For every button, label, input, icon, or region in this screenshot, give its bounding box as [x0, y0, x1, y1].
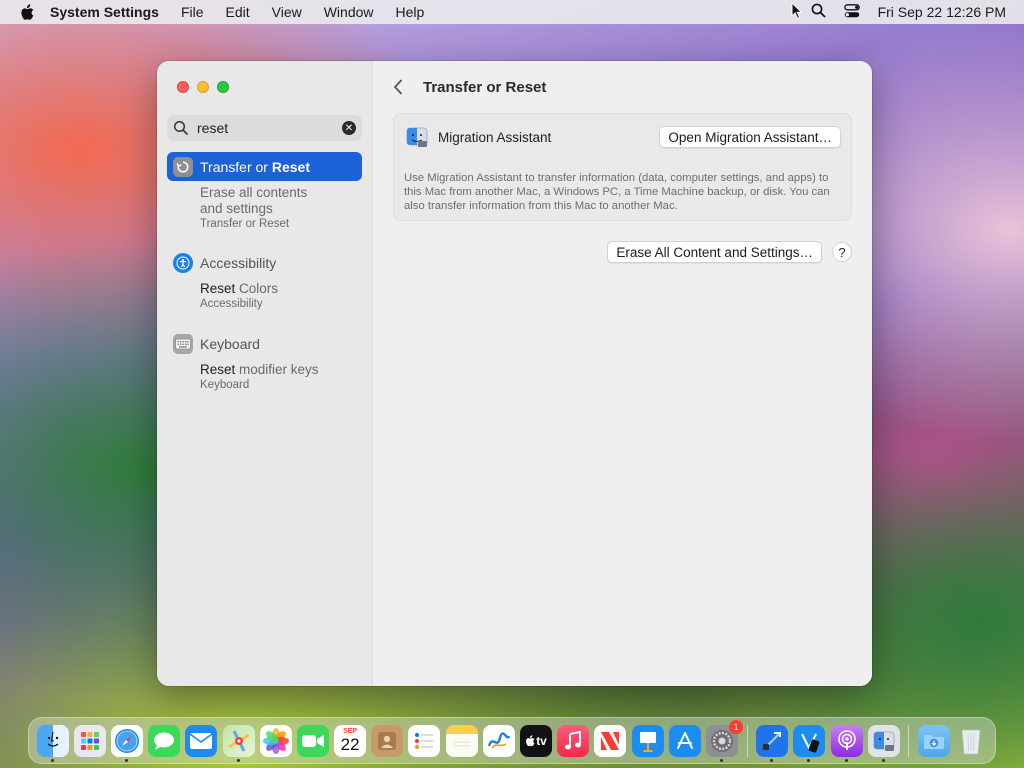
dock-separator: [746, 724, 748, 757]
contacts-icon[interactable]: [371, 724, 404, 757]
trash-icon[interactable]: [955, 725, 987, 757]
podcasts-icon[interactable]: [830, 724, 863, 762]
transfer-reset-icon: [173, 156, 193, 177]
launchpad-icon[interactable]: [73, 724, 106, 757]
running-indicator: [844, 758, 848, 762]
sub-result-location: Transfer or Reset: [200, 218, 290, 230]
migration-description: Use Migration Assistant to transfer info…: [404, 172, 830, 212]
settings-window: reset ✕ Transfer or Reset Erase all cont…: [157, 61, 872, 686]
sub-result-title-match: Reset: [200, 281, 236, 296]
apple-menu-icon[interactable]: [18, 3, 36, 21]
menu-app-name[interactable]: System Settings: [50, 4, 159, 20]
search-field[interactable]: reset ✕: [167, 115, 362, 141]
close-window-button[interactable]: [177, 81, 189, 93]
menu-bar: System Settings File Edit View Window He…: [0, 0, 1024, 24]
window-controls: [177, 81, 229, 93]
sub-result-location: Accessibility: [200, 298, 263, 310]
menu-help[interactable]: Help: [396, 4, 425, 20]
system-settings-icon[interactable]: 1: [705, 719, 743, 762]
calendar-icon[interactable]: SEP 22: [334, 724, 367, 757]
safari-icon[interactable]: [110, 724, 143, 762]
search-input[interactable]: reset: [197, 120, 342, 136]
result-group-keyboard: Keyboard Reset modifier keys Keyboard: [167, 329, 362, 391]
running-indicator: [807, 758, 811, 762]
menu-file[interactable]: File: [181, 4, 204, 20]
messages-icon[interactable]: [148, 724, 181, 757]
result-group-accessibility: Accessibility Reset Colors Accessibility: [167, 248, 362, 310]
maps-icon[interactable]: [222, 724, 255, 762]
dock: SEP 22 tv 1: [28, 717, 996, 764]
keynote-icon[interactable]: [631, 724, 664, 757]
xcode-icon[interactable]: [756, 724, 789, 762]
sub-result-reset-colors[interactable]: Reset Colors Accessibility: [167, 281, 362, 310]
spotlight-search-icon[interactable]: [811, 3, 826, 21]
sub-result-erase-all[interactable]: Erase all contents and settings Transfer…: [167, 185, 362, 230]
photos-icon[interactable]: [259, 724, 292, 757]
help-button[interactable]: ?: [832, 242, 852, 262]
sub-result-title: Colors: [235, 281, 279, 296]
sub-result-title-match: Reset: [200, 362, 236, 377]
detail-pane: Transfer or Reset Migration Assistant Op…: [373, 61, 872, 686]
sub-result-reset-modifier-keys[interactable]: Reset modifier keys Keyboard: [167, 362, 362, 391]
sidebar-item-accessibility[interactable]: Accessibility: [167, 248, 362, 277]
menu-view[interactable]: View: [272, 4, 302, 20]
news-icon[interactable]: [594, 724, 627, 757]
migration-assistant-label: Migration Assistant: [438, 129, 552, 145]
freeform-icon[interactable]: [482, 724, 515, 757]
sidebar-item-label: Keyboard: [200, 335, 260, 352]
simulator-icon[interactable]: [793, 724, 826, 762]
minimize-window-button[interactable]: [197, 81, 209, 93]
sub-result-location: Keyboard: [200, 379, 250, 391]
calendar-day: 22: [340, 735, 360, 754]
erase-all-content-button[interactable]: Erase All Content and Settings…: [607, 241, 822, 263]
sidebar-item-label: Transfer or: [200, 158, 268, 175]
sidebar-item-transfer-reset[interactable]: Transfer or Reset: [167, 152, 362, 181]
search-icon: [173, 120, 189, 136]
erase-row: Erase All Content and Settings… ?: [607, 241, 852, 263]
mouse-cursor-icon: [791, 2, 803, 20]
menu-window[interactable]: Window: [324, 4, 374, 20]
dock-separator: [908, 724, 910, 757]
sidebar: reset ✕ Transfer or Reset Erase all cont…: [157, 61, 373, 686]
zoom-window-button[interactable]: [217, 81, 229, 93]
sub-result-title-line2: and settings: [200, 201, 273, 216]
sidebar-item-label-match: Reset: [271, 158, 310, 175]
sidebar-item-keyboard[interactable]: Keyboard: [167, 329, 362, 358]
app-store-icon[interactable]: [668, 724, 701, 757]
mail-icon[interactable]: [185, 724, 218, 757]
migration-assistant-icon: [406, 127, 428, 147]
menu-edit[interactable]: Edit: [226, 4, 250, 20]
page-title: Transfer or Reset: [423, 79, 547, 96]
music-icon[interactable]: [557, 724, 590, 757]
clear-search-icon[interactable]: ✕: [342, 121, 356, 135]
notes-icon[interactable]: [445, 724, 478, 757]
migration-panel: Migration Assistant Open Migration Assis…: [393, 113, 852, 221]
tv-icon[interactable]: tv: [520, 724, 553, 757]
downloads-folder-icon[interactable]: [917, 724, 950, 757]
running-indicator: [881, 758, 885, 762]
keyboard-icon: [173, 333, 193, 354]
control-center-icon[interactable]: [843, 3, 860, 21]
running-indicator: [50, 758, 54, 762]
running-indicator: [770, 758, 774, 762]
sub-result-title: modifier keys: [235, 362, 319, 377]
notification-badge: 1: [728, 719, 743, 734]
back-chevron-icon[interactable]: [391, 77, 407, 97]
facetime-icon[interactable]: [296, 724, 329, 757]
sidebar-item-label: Accessibility: [200, 254, 277, 271]
sub-result-title: Erase all contents: [200, 185, 308, 200]
accessibility-icon: [173, 252, 193, 273]
tv-label: tv: [536, 733, 547, 748]
migration-assistant-dock-icon[interactable]: [867, 724, 900, 762]
running-indicator: [236, 758, 240, 762]
open-migration-assistant-button[interactable]: Open Migration Assistant…: [659, 126, 841, 148]
running-indicator: [719, 758, 723, 762]
result-group-transfer-reset: Transfer or Reset Erase all contents and…: [167, 152, 362, 230]
finder-icon[interactable]: [36, 724, 69, 762]
reminders-icon[interactable]: [408, 724, 441, 757]
menu-clock[interactable]: Fri Sep 22 12:26 PM: [878, 4, 1006, 20]
running-indicator: [124, 758, 128, 762]
